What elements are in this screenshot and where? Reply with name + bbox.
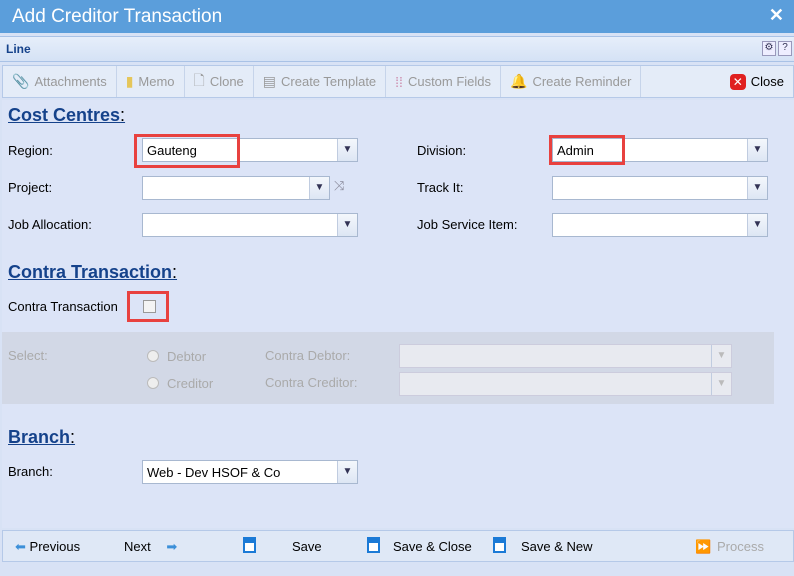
clone-icon: 🗋 [193, 71, 205, 88]
next-button[interactable]: Next ➡ [124, 539, 177, 555]
job-allocation-select[interactable]: ▼ [142, 213, 358, 237]
chevron-down-icon[interactable]: ▼ [747, 177, 767, 199]
create-reminder-button[interactable]: 🔔 Create Reminder [501, 66, 642, 97]
division-label: Division: [417, 143, 467, 158]
previous-label: Previous [29, 539, 81, 554]
window-title-bar: Add Creditor Transaction ✕ [0, 0, 794, 33]
close-label: Close [750, 74, 784, 89]
branch-value: Web - Dev HSOF & Co [147, 465, 281, 480]
contra-options-panel: Select: Debtor Creditor Contra Debtor: ▼… [2, 332, 774, 404]
job-service-select[interactable]: ▼ [552, 213, 768, 237]
memo-button[interactable]: ▮ Memo [117, 66, 185, 97]
job-allocation-label: Job Allocation: [8, 217, 92, 232]
chevron-down-icon[interactable]: ▼ [337, 214, 357, 236]
attachments-label: Attachments [34, 74, 107, 89]
save-close-icon [367, 536, 380, 553]
clone-button[interactable]: 🗋 Clone [185, 66, 254, 97]
branch-title: Branch [8, 427, 71, 447]
arrow-right-icon: ➡ [166, 539, 178, 554]
close-icon[interactable]: ✕ [769, 5, 784, 26]
job-service-label: Job Service Item: [417, 217, 518, 232]
clone-label: Clone [209, 74, 244, 89]
select-label: Select: [8, 348, 48, 363]
create-template-label: Create Template [281, 74, 377, 89]
attachments-button[interactable]: 📎 Attachments [3, 66, 117, 97]
toolbar: 📎 Attachments ▮ Memo 🗋 Clone ▤ Create Templa… [2, 65, 794, 98]
branch-select[interactable]: Web - Dev HSOF & Co ▼ [142, 460, 358, 484]
highlight-box [127, 291, 169, 322]
custom-fields-label: Custom Fields [407, 74, 492, 89]
contra-checkbox-label: Contra Transaction [8, 299, 118, 314]
process-button[interactable]: Process [717, 539, 764, 554]
custom-fields-button[interactable]: ⁞⁞ Custom Fields [386, 66, 502, 97]
save-new-button[interactable]: Save & New [521, 539, 593, 554]
create-reminder-label: Create Reminder [532, 74, 632, 89]
chevron-down-icon[interactable]: ▼ [747, 214, 767, 236]
contra-heading: Contra Transaction: [8, 262, 178, 282]
contra-creditor-select[interactable]: ▼ [399, 372, 732, 396]
footer-toolbar: ⬅ Previous Next ➡ Save Save & Close Save… [2, 530, 794, 562]
contra-debtor-select[interactable]: ▼ [399, 344, 732, 368]
contra-debtor-label: Contra Debtor: [265, 348, 351, 363]
close-button[interactable]: ✕ Close [721, 66, 793, 97]
save-close-button[interactable]: Save & Close [393, 539, 472, 554]
debtor-radio[interactable] [147, 350, 159, 362]
chevron-down-icon[interactable]: ▼ [337, 461, 357, 483]
project-select[interactable]: ▼ [142, 176, 330, 200]
region-label: Region: [8, 143, 53, 158]
cost-centres-title: Cost Centres [8, 105, 121, 125]
chevron-down-icon: ▼ [711, 345, 731, 367]
save-icon[interactable] [243, 536, 256, 553]
chevron-down-icon[interactable]: ▼ [337, 139, 357, 161]
create-template-button[interactable]: ▤ Create Template [254, 66, 387, 97]
chevron-down-icon: ▼ [711, 373, 731, 395]
next-label: Next [124, 539, 151, 554]
close-red-icon: ✕ [729, 73, 746, 90]
project-label: Project: [8, 180, 53, 195]
line-label: Line [6, 42, 31, 56]
bell-icon: 🔔 [510, 73, 528, 89]
arrow-left-icon: ⬅ [15, 539, 26, 554]
cost-centres-heading: Cost Centres: [8, 105, 126, 125]
contra-title: Contra Transaction [8, 262, 173, 282]
trackit-select[interactable]: ▼ [552, 176, 768, 200]
gear-icon[interactable]: ⚙ [762, 41, 776, 56]
contra-creditor-label: Contra Creditor: [265, 375, 358, 390]
previous-button[interactable]: ⬅ Previous [15, 539, 80, 555]
highlight-box [549, 135, 625, 165]
highlight-box [134, 134, 240, 168]
save-new-icon [493, 536, 506, 553]
memo-icon: ▮ [125, 73, 134, 89]
chevron-down-icon[interactable]: ▼ [747, 139, 767, 161]
process-icon: ⏩ [695, 539, 712, 554]
window-title: Add Creditor Transaction [12, 6, 223, 27]
save-button[interactable]: Save [292, 539, 322, 554]
template-icon: ▤ [262, 73, 277, 89]
help-icon[interactable]: ? [778, 41, 792, 56]
shuffle-icon[interactable]: ⤨ [334, 178, 344, 194]
debtor-label: Debtor [167, 349, 207, 364]
chevron-down-icon[interactable]: ▼ [309, 177, 329, 199]
paperclip-icon: 📎 [12, 73, 30, 89]
creditor-radio[interactable] [147, 377, 159, 389]
form-body: Cost Centres: Region: Gauteng ▼ Division:… [2, 100, 794, 528]
branch-heading: Branch: [8, 427, 76, 447]
memo-label: Memo [138, 74, 175, 89]
creditor-label: Creditor [167, 376, 214, 391]
branch-label: Branch: [8, 464, 53, 479]
line-panel-header: Line ⚙? [0, 36, 794, 62]
trackit-label: Track It: [417, 180, 464, 195]
grid-icon: ⁞⁞ [395, 73, 403, 90]
